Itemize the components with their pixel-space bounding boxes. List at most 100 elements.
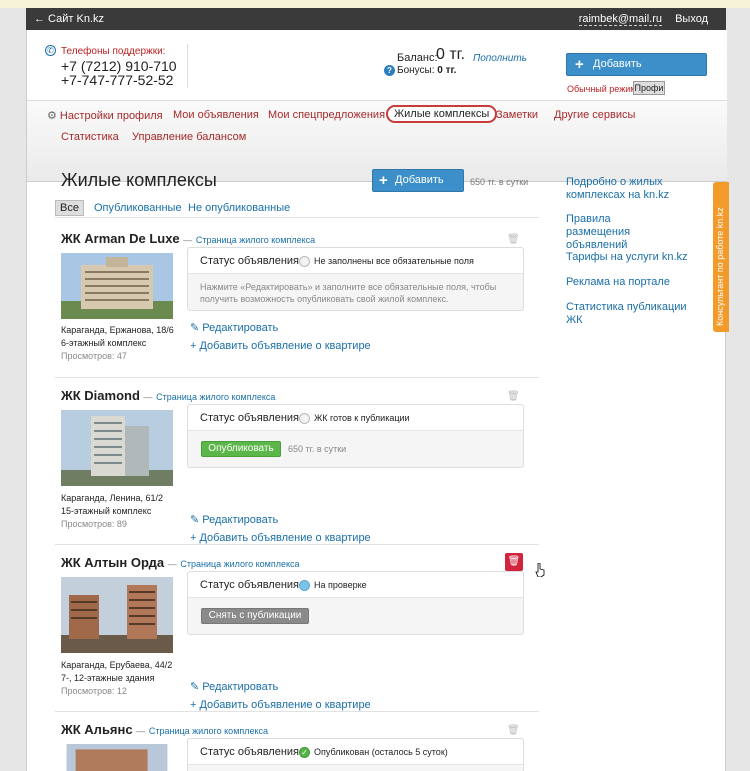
complex-photo[interactable]	[61, 577, 173, 653]
complex-page-link[interactable]: Страница жилого комплекса	[196, 235, 315, 245]
publish-button[interactable]: Опубликовать	[201, 441, 281, 457]
top-bar: ← Сайт Kn.kz raimbek@mail.ru Выход	[26, 8, 726, 30]
complex-title: ЖК Алтын Орда — Страница жилого комплекс…	[61, 555, 300, 570]
status-hint: Нажмите «Редактировать» и заполните все …	[200, 282, 497, 304]
status-label: Статус объявления:	[200, 746, 303, 758]
status-head: Статус объявления: ЖК готов к публикации	[188, 405, 523, 431]
trash-icon[interactable]: 🗑	[507, 391, 520, 402]
complex-name: ЖК Альянс	[61, 722, 133, 737]
nav-item-my-offers[interactable]: Мои спецпредложения	[268, 109, 385, 121]
status-empty-icon	[299, 256, 310, 267]
top-strip	[0, 0, 750, 8]
status-label: Статус объявления:	[200, 579, 303, 591]
status-label: Статус объявления:	[200, 412, 303, 424]
edit-link[interactable]: ✎ Редактировать	[190, 321, 278, 334]
nav-item-profile-settings[interactable]: ⚙ Настройки профиля	[47, 109, 163, 122]
divider	[55, 377, 539, 378]
nav-item-label: Настройки профиля	[59, 110, 163, 122]
sidebar-link-ads[interactable]: Реклама на портале	[566, 276, 706, 289]
page: ✆ Телефоны поддержки: +7 (7212) 910-710 …	[26, 30, 729, 771]
check-icon: ✓	[299, 747, 310, 758]
search-icon	[299, 580, 310, 591]
bonus-value: 0 тг.	[437, 65, 457, 76]
complex-address: Караганда, Ленина, 61/2	[61, 493, 163, 503]
edit-link[interactable]: ✎ Редактировать	[190, 680, 278, 693]
add-complex-button[interactable]: + Добавить ЖК	[372, 169, 464, 207]
nav-item-residential-complexes[interactable]: Жилые комплексы	[386, 105, 498, 123]
complex-kind: 15-этажный комплекс	[61, 506, 152, 516]
status-text: Не заполнены все обязательные поля	[314, 256, 474, 266]
add-flat-label: Добавить объявление о квартире	[199, 532, 371, 544]
complex-title: ЖК Diamond — Страница жилого комплекса	[61, 388, 276, 403]
phone-icon: ✆	[45, 45, 56, 56]
sidebar-link-about[interactable]: Подробно о жилых комплексах на kn.kz	[566, 176, 676, 202]
support-label: Телефоны поддержки:	[61, 46, 166, 57]
complex-photo[interactable]	[61, 410, 173, 486]
gear-icon: ⚙	[47, 110, 57, 122]
status-box: Статус объявления: На проверке Снять с п…	[187, 571, 524, 635]
sidebar-link-statistics[interactable]: Статистика публикации ЖК	[566, 301, 706, 327]
complex-views: Просмотров: 12	[61, 686, 127, 696]
top-up-link[interactable]: Пополнить	[473, 53, 527, 64]
status-text: Опубликован (осталось 5 суток)	[314, 747, 448, 757]
complex-photo[interactable]	[61, 253, 173, 319]
complex-kind: 7-, 12-этажные здания	[61, 673, 155, 683]
sidebar-link-rules[interactable]: Правила размещения объявлений	[566, 213, 676, 252]
complex-title: ЖК Arman De Luxe — Страница жилого компл…	[61, 231, 316, 246]
add-ad-button[interactable]: + Добавить объявление	[566, 53, 707, 91]
status-head: Статус объявления: Не заполнены все обяз…	[188, 248, 523, 274]
add-flat-link[interactable]: + Добавить объявление о квартире	[190, 340, 371, 352]
nav-item-other-services[interactable]: Другие сервисы	[554, 109, 635, 121]
sidebar-link-tariffs[interactable]: Тарифы на услуги kn.kz	[566, 251, 706, 264]
divider	[55, 217, 539, 218]
complex-page-link[interactable]: Страница жилого комплекса	[180, 559, 299, 569]
divider	[55, 544, 539, 545]
status-box: Статус объявления: Не заполнены все обяз…	[187, 247, 524, 311]
bonus-line: Бонусы: 0 тг.	[397, 65, 456, 76]
complex-title: ЖК Альянс — Страница жилого комплекса	[61, 722, 269, 737]
consultant-tab[interactable]: Консультант по работе kn.kz	[713, 182, 729, 332]
complex-views: Просмотров: 89	[61, 519, 127, 529]
header-divider	[187, 44, 188, 88]
filter-unpublished[interactable]: Не опубликованные	[188, 202, 290, 214]
mode-label: Обычный режим	[567, 84, 637, 94]
balance-label: Баланс:	[397, 52, 438, 64]
add-flat-link[interactable]: + Добавить объявление о квартире	[190, 532, 371, 544]
back-to-site-link[interactable]: ← Сайт Kn.kz	[34, 13, 104, 25]
logout-link[interactable]: Выход	[675, 13, 708, 25]
status-head: Статус объявления: На проверке	[188, 572, 523, 598]
pro-mode-button[interactable]: Профи	[633, 81, 665, 95]
hand-cursor-icon	[535, 563, 545, 577]
nav-item-my-ads[interactable]: Мои объявления	[173, 109, 259, 121]
consultant-label: Консультант по работе kn.kz	[715, 207, 725, 326]
balance-value: 0 тг.	[436, 46, 465, 63]
trash-icon[interactable]: 🗑	[507, 725, 520, 736]
add-flat-link[interactable]: + Добавить объявление о квартире	[190, 699, 371, 711]
complex-page-link[interactable]: Страница жилого комплекса	[149, 726, 268, 736]
edit-label: Редактировать	[202, 322, 279, 334]
user-email-link[interactable]: raimbek@mail.ru	[578, 13, 662, 26]
status-label: Статус объявления:	[200, 255, 303, 267]
trash-icon[interactable]: 🗑	[505, 553, 523, 571]
bonus-label: Бонусы:	[397, 65, 435, 76]
add-complex-price: 650 тг. в сутки	[470, 177, 529, 187]
header: ✆ Телефоны поддержки: +7 (7212) 910-710 …	[27, 30, 727, 100]
nav-item-notes[interactable]: Заметки	[496, 109, 538, 121]
filter-all[interactable]: Все	[55, 200, 84, 216]
complex-views: Просмотров: 47	[61, 351, 127, 361]
edit-link[interactable]: ✎ Редактировать	[190, 513, 278, 526]
question-icon[interactable]: ?	[384, 65, 395, 76]
filter-published[interactable]: Опубликованные	[94, 202, 182, 214]
edit-label: Редактировать	[202, 681, 279, 693]
unpublish-button[interactable]: Снять с публикации	[201, 608, 309, 624]
complex-page-link[interactable]: Страница жилого комплекса	[156, 392, 275, 402]
trash-icon[interactable]: 🗑	[507, 234, 520, 245]
status-text: ЖК готов к публикации	[314, 413, 410, 423]
nav-item-statistics[interactable]: Статистика	[61, 131, 119, 143]
nav-item-balance-management[interactable]: Управление балансом	[132, 131, 246, 143]
add-flat-label: Добавить объявление о квартире	[199, 699, 371, 711]
publish-price: 650 тг. в сутки	[288, 444, 347, 454]
complex-photo[interactable]	[61, 744, 173, 771]
complex-address: Караганда, Ерубаева, 44/2	[61, 660, 173, 670]
plus-icon: +	[379, 172, 388, 189]
